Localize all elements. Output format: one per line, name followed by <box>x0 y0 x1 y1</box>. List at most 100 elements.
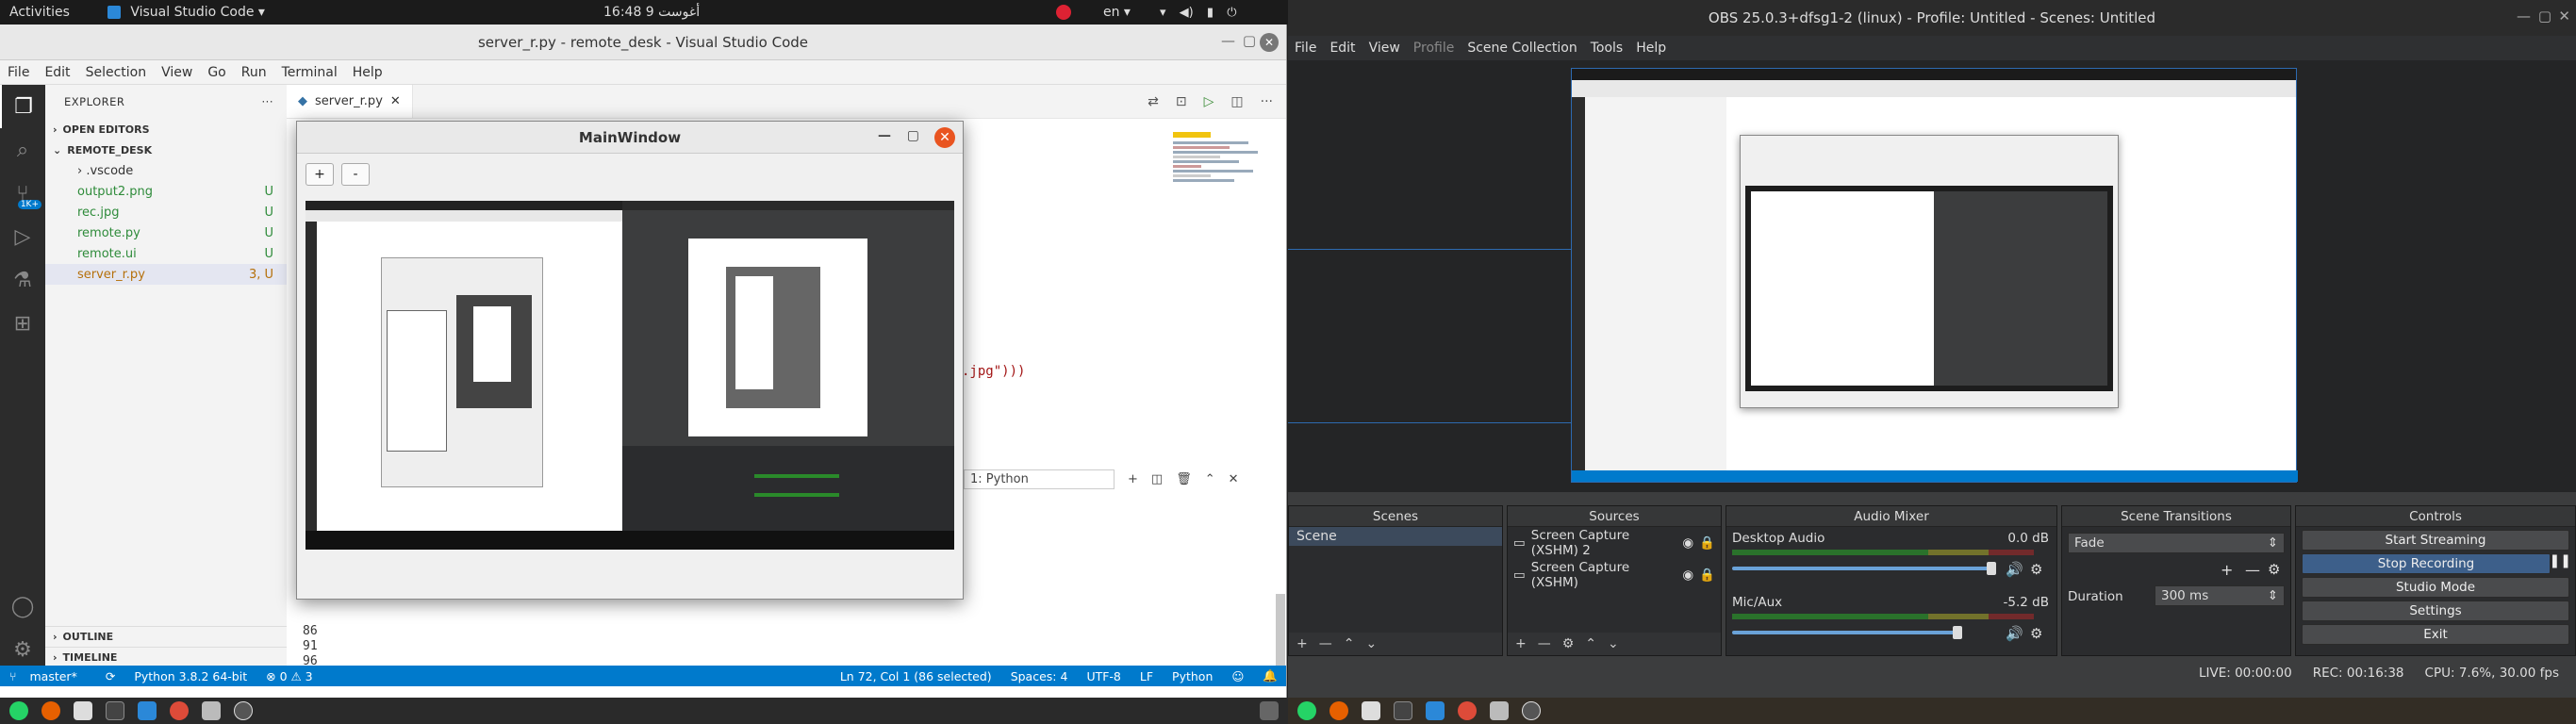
search-icon[interactable]: ⌕ <box>0 128 45 172</box>
visibility-eye-icon[interactable]: ◉ <box>1682 568 1693 583</box>
workspace-section[interactable]: ⌄ REMOTE_DESK <box>45 140 287 160</box>
notifications-icon[interactable]: 🔔 <box>1253 668 1286 683</box>
code-fragment[interactable]: .jpg"))) <box>962 364 1025 379</box>
add-scene-icon[interactable]: + <box>1296 636 1308 651</box>
clock[interactable]: 16:48 9 أغوست <box>594 5 709 20</box>
split-terminal-icon[interactable]: ◫ <box>1151 472 1163 486</box>
account-icon[interactable]: ◯ <box>0 584 45 628</box>
files-icon-2[interactable] <box>1362 701 1380 720</box>
source-up-icon[interactable]: ⌃ <box>1585 636 1596 651</box>
encoding[interactable]: UTF-8 <box>1077 669 1130 683</box>
visibility-eye-icon[interactable]: ◉ <box>1682 535 1693 551</box>
mic-speaker-icon[interactable]: 🔊 <box>2006 625 2023 642</box>
obs-taskbar-icon-2[interactable] <box>1522 701 1541 720</box>
activities-button[interactable]: Activities <box>0 5 79 20</box>
desktop-speaker-icon[interactable]: 🔊 <box>2006 561 2023 578</box>
language-mode[interactable]: Python <box>1163 669 1222 683</box>
eol[interactable]: LF <box>1131 669 1163 683</box>
run-file-icon[interactable]: ▷ <box>1204 94 1214 109</box>
system-tray[interactable]: ▾ ◀) ▮ ⏻ <box>1160 6 1236 20</box>
obs-menu-scene-collection[interactable]: Scene Collection <box>1461 41 1583 56</box>
stop-recording-button[interactable]: Stop Recording <box>2302 553 2551 574</box>
vscode-close-button[interactable]: ✕ <box>1260 33 1279 52</box>
minimize-icon[interactable]: — <box>1221 32 1235 49</box>
compare-icon[interactable]: ⇄ <box>1148 94 1159 109</box>
chrome-icon-2[interactable] <box>1458 701 1477 720</box>
remove-scene-icon[interactable]: — <box>1319 636 1332 651</box>
feedback-icon[interactable]: ☺ <box>1222 669 1253 683</box>
problems-indicator[interactable]: ⊗ 0 ⚠ 3 <box>256 669 322 683</box>
desktop-audio-slider[interactable] <box>1732 567 1994 570</box>
file-item[interactable]: rec.jpg U <box>45 202 287 222</box>
zoom-out-button[interactable]: - <box>341 163 370 186</box>
disks-icon-2[interactable] <box>1490 701 1509 720</box>
menu-view[interactable]: View <box>154 65 200 80</box>
tab-server-r-py[interactable]: ◆ server_r.py ✕ <box>287 85 413 118</box>
explorer-icon[interactable]: ❐ <box>0 85 45 128</box>
split-editor-icon[interactable]: ◫ <box>1230 94 1243 109</box>
mainwindow-minimize-icon[interactable]: — <box>878 128 891 143</box>
tab-close-icon[interactable]: ✕ <box>390 94 401 108</box>
cursor-position[interactable]: Ln 72, Col 1 (86 selected) <box>831 669 1001 683</box>
file-item[interactable]: remote.ui U <box>45 243 287 264</box>
terminal-icon[interactable] <box>106 701 124 720</box>
pause-recording-icon[interactable]: ❚❚ <box>2550 553 2571 568</box>
obs-menu-help[interactable]: Help <box>1629 41 1673 56</box>
obs-menu-edit[interactable]: Edit <box>1323 41 1362 56</box>
file-item[interactable]: › .vscode <box>45 160 287 181</box>
maximize-icon[interactable]: ▢ <box>1243 32 1256 49</box>
chrome-icon[interactable] <box>170 701 189 720</box>
mic-aux-knob[interactable] <box>1953 626 1962 639</box>
obs-menu-file[interactable]: File <box>1288 41 1323 56</box>
indentation[interactable]: Spaces: 4 <box>1001 669 1078 683</box>
open-preview-icon[interactable]: ⊡ <box>1176 94 1187 109</box>
firefox-icon[interactable] <box>41 701 60 720</box>
desktop-audio-knob[interactable] <box>1987 562 1996 575</box>
mainwindow-titlebar[interactable]: MainWindow — ▢ ✕ <box>297 122 963 154</box>
whatsapp-icon-2[interactable] <box>1297 701 1316 720</box>
mainwindow-close-button[interactable]: ✕ <box>934 127 955 148</box>
file-item[interactable]: remote.py U <box>45 222 287 243</box>
source-down-icon[interactable]: ⌄ <box>1608 636 1619 651</box>
language-menu[interactable]: en ▾ <box>1094 5 1140 20</box>
source-settings-icon[interactable]: ⚙ <box>1562 636 1575 651</box>
studio-mode-button[interactable]: Studio Mode <box>2302 577 2569 598</box>
file-item[interactable]: server_r.py 3, U <box>45 264 287 285</box>
exit-button[interactable]: Exit <box>2302 624 2569 645</box>
kill-terminal-icon[interactable]: 🗑 <box>1176 472 1192 486</box>
files-icon[interactable] <box>74 701 92 720</box>
extensions-icon[interactable]: ⊞ <box>0 302 45 345</box>
settings-button[interactable]: Settings <box>2302 601 2569 621</box>
remove-transition-icon[interactable]: — <box>2245 561 2260 579</box>
editor-more-icon[interactable]: ··· <box>1261 94 1273 109</box>
outline-section[interactable]: › OUTLINE <box>45 626 287 647</box>
add-source-icon[interactable]: + <box>1515 636 1527 651</box>
minimap[interactable] <box>1173 128 1271 270</box>
mainwindow-maximize-icon[interactable]: ▢ <box>907 128 919 143</box>
source-item[interactable]: ▭ Screen Capture (XSHM) ◉ 🔒 <box>1508 559 1721 591</box>
duration-spinbox[interactable]: 300 ms ⇕ <box>2155 585 2285 606</box>
menu-terminal[interactable]: Terminal <box>274 65 345 80</box>
disks-icon[interactable] <box>202 701 221 720</box>
lock-icon[interactable]: 🔒 <box>1699 568 1715 583</box>
remove-source-icon[interactable]: — <box>1538 636 1551 651</box>
menu-edit[interactable]: Edit <box>37 65 77 80</box>
menu-selection[interactable]: Selection <box>78 65 155 80</box>
obs-maximize-icon[interactable]: ▢ <box>2538 8 2551 25</box>
lock-icon[interactable]: 🔒 <box>1699 535 1715 551</box>
close-panel-icon[interactable]: ✕ <box>1229 472 1239 486</box>
add-transition-icon[interactable]: + <box>2221 561 2233 579</box>
scene-list-item[interactable]: Scene <box>1289 527 1502 546</box>
run-debug-icon[interactable]: ▷ <box>0 215 45 258</box>
menu-go[interactable]: Go <box>200 65 233 80</box>
explorer-more-icon[interactable]: ··· <box>262 95 273 108</box>
mic-aux-gear-icon[interactable]: ⚙ <box>2030 625 2042 642</box>
python-interpreter[interactable]: Python 3.8.2 64-bit <box>124 669 256 683</box>
terminal-icon-2[interactable] <box>1394 701 1412 720</box>
source-item[interactable]: ▭ Screen Capture (XSHM) 2 ◉ 🔒 <box>1508 527 1721 559</box>
mic-aux-slider[interactable] <box>1732 631 1958 634</box>
move-down-icon[interactable]: ⌄ <box>1365 636 1377 651</box>
sync-icon[interactable]: ⟳ <box>96 669 124 683</box>
vscode-taskbar-icon[interactable] <box>138 701 157 720</box>
trash-icon[interactable] <box>1260 701 1279 720</box>
